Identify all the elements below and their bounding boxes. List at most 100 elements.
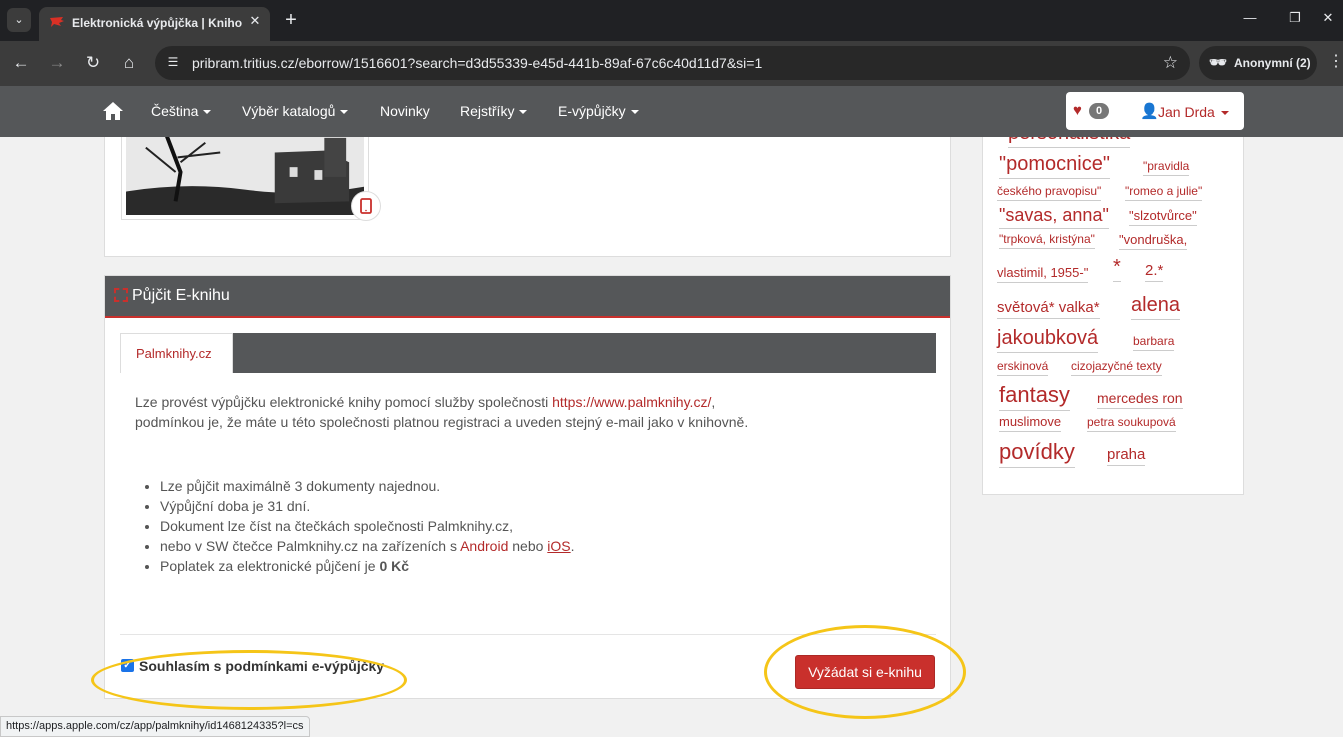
incognito-button[interactable]: 🕶 Anonymní (2)	[1199, 46, 1317, 80]
ios-link[interactable]: iOS	[547, 538, 570, 554]
favorites-count-badge[interactable]: 0	[1089, 103, 1109, 119]
nav-eloans-label: E-výpůjčky	[558, 103, 626, 119]
tag-cloud: personalistika "pomocnice" "pravidla čes…	[982, 137, 1244, 495]
incognito-icon: 🕶	[1209, 54, 1227, 70]
rule-text: Poplatek za elektronické půjčení je	[160, 558, 380, 574]
tag-link[interactable]: "pravidla	[1143, 159, 1190, 176]
tag-link[interactable]: erskinová	[997, 359, 1049, 376]
tab-label: Palmknihy.cz	[136, 346, 212, 361]
tag-link[interactable]: alena	[1131, 294, 1180, 320]
rule-text: nebo	[508, 538, 548, 554]
caret-down-icon	[1220, 111, 1229, 116]
caret-down-icon	[630, 110, 639, 115]
tab-title: Elektronická výpůjčka | Knihovna	[72, 16, 242, 30]
tag-link[interactable]: *	[1113, 256, 1121, 282]
tag-link[interactable]: vlastimil, 1955-"	[997, 265, 1089, 283]
close-window-icon[interactable]: ✕	[1318, 10, 1338, 26]
forward-icon[interactable]: →	[45, 51, 69, 75]
list-item: nebo v SW čtečce Palmknihy.cz na zařízen…	[160, 536, 575, 556]
restore-icon[interactable]: ❐	[1285, 10, 1305, 26]
tag-link[interactable]: cizojazyčné texty	[1071, 359, 1162, 376]
new-tab-button[interactable]: +	[281, 8, 301, 32]
tag-link[interactable]: "vondruška,	[1119, 232, 1188, 250]
nav-registers-label: Rejstříky	[460, 103, 515, 119]
home-browser-icon[interactable]: ⌂	[117, 51, 141, 75]
tab-search-button[interactable]: ⌄	[7, 8, 31, 32]
incognito-label: Anonymní (2)	[1234, 56, 1311, 70]
user-name: Jan Drda	[1158, 104, 1215, 120]
rule-text: .	[570, 538, 575, 554]
nav-news[interactable]: Novinky	[380, 103, 430, 119]
palmknihy-link[interactable]: https://www.palmknihy.cz/	[552, 394, 711, 410]
nav-eloans[interactable]: E-výpůjčky	[558, 103, 639, 119]
tag-link[interactable]: petra soukupová	[1087, 415, 1176, 432]
nav-language[interactable]: Čeština	[151, 103, 212, 119]
tag-link[interactable]: "savas, anna"	[999, 205, 1109, 229]
tag-link[interactable]: personalistika	[1008, 137, 1131, 148]
panel-title: Půjčit E-knihu	[132, 287, 230, 304]
browser-toolbar: ← → ↻ ⌂ ☰ pribram.tritius.cz/eborrow/151…	[0, 41, 1343, 86]
tag-link[interactable]: 2.*	[1145, 262, 1164, 282]
home-icon[interactable]	[102, 100, 124, 122]
url-text[interactable]: pribram.tritius.cz/eborrow/1516601?searc…	[192, 55, 762, 71]
fee-value: 0 Kč	[379, 558, 410, 574]
intro-text-comma: ,	[711, 394, 716, 410]
tag-link[interactable]: fantasy	[999, 382, 1070, 411]
tag-link[interactable]: "pomocnice"	[999, 153, 1110, 179]
tag-link[interactable]: praha	[1107, 446, 1146, 466]
tab-close-icon[interactable]: ✕	[246, 12, 264, 30]
heart-icon[interactable]: ♥	[1073, 102, 1082, 119]
tag-link[interactable]: barbara	[1133, 334, 1175, 351]
nav-catalogs[interactable]: Výběr katalogů	[242, 103, 349, 119]
site-favicon-icon	[50, 17, 64, 27]
highlight-annotation	[91, 650, 407, 710]
android-link[interactable]: Android	[460, 538, 508, 554]
tag-link[interactable]: "romeo a julie"	[1125, 184, 1203, 201]
intro-text-line2: podmínkou je, že máte u této společnosti…	[135, 414, 749, 430]
site-info-icon[interactable]: ☰	[165, 55, 181, 71]
reload-icon[interactable]: ↻	[81, 51, 105, 75]
rule-text: Výpůjční doba je 31 dní.	[160, 498, 311, 514]
address-bar[interactable]: ☰ pribram.tritius.cz/eborrow/1516601?sea…	[155, 46, 1190, 80]
rules-list: Lze půjčit maximálně 3 dokumenty najedno…	[160, 476, 575, 576]
tag-link[interactable]: jakoubková	[997, 327, 1099, 353]
bookmark-star-icon[interactable]: ☆	[1163, 53, 1178, 73]
book-detail-panel	[104, 137, 951, 257]
browser-menu-icon[interactable]: ⋮	[1328, 51, 1343, 71]
tag-link[interactable]: "trpková, kristýna"	[999, 232, 1095, 249]
list-item: Poplatek za elektronické půjčení je 0 Kč	[160, 556, 575, 576]
rule-text: Dokument lze číst na čtečkách společnost…	[160, 518, 514, 534]
ebook-device-icon[interactable]	[351, 191, 381, 221]
ebook-icon	[114, 288, 128, 302]
nav-registers[interactable]: Rejstříky	[460, 103, 528, 119]
intro-text: Lze provést výpůjčku elektronické knihy …	[135, 392, 925, 432]
user-menu[interactable]: Jan Drda	[1158, 104, 1229, 120]
tag-link[interactable]: "slzotvůrce"	[1129, 208, 1197, 226]
panel-header: Půjčit E-knihu	[105, 276, 950, 318]
tag-link[interactable]: mercedes ron	[1097, 390, 1183, 409]
status-bar-url: https://apps.apple.com/cz/app/palmknihy/…	[0, 716, 310, 737]
rule-text: Lze půjčit maximálně 3 dokumenty najedno…	[160, 478, 441, 494]
caret-down-icon	[519, 110, 528, 115]
list-item: Lze půjčit maximálně 3 dokumenty najedno…	[160, 476, 575, 496]
nav-catalogs-label: Výběr katalogů	[242, 103, 336, 119]
tab-palmknihy[interactable]: Palmknihy.cz	[120, 333, 233, 373]
nav-language-label: Čeština	[151, 103, 199, 119]
caret-down-icon	[340, 110, 349, 115]
user-icon: 👤	[1140, 103, 1159, 120]
book-cover-image	[126, 137, 364, 215]
tag-link[interactable]: světová* valka*	[997, 299, 1100, 319]
nav-news-label: Novinky	[380, 103, 430, 119]
tablet-icon	[360, 198, 372, 214]
rule-text: nebo v SW čtečce Palmknihy.cz na zařízen…	[160, 538, 461, 554]
tag-link[interactable]: muslimove	[999, 414, 1062, 432]
tag-link[interactable]: českého pravopisu"	[997, 184, 1102, 201]
browser-tab[interactable]: Elektronická výpůjčka | Knihovna ✕	[39, 7, 270, 41]
list-item: Dokument lze číst na čtečkách společnost…	[160, 516, 575, 536]
book-cover[interactable]	[121, 137, 369, 220]
user-box: ♥ 0 👤 Jan Drda	[1066, 92, 1244, 130]
back-icon[interactable]: ←	[9, 51, 33, 75]
tag-link[interactable]: povídky	[999, 439, 1075, 468]
caret-down-icon	[203, 110, 212, 115]
minimize-icon[interactable]: —	[1240, 10, 1260, 25]
